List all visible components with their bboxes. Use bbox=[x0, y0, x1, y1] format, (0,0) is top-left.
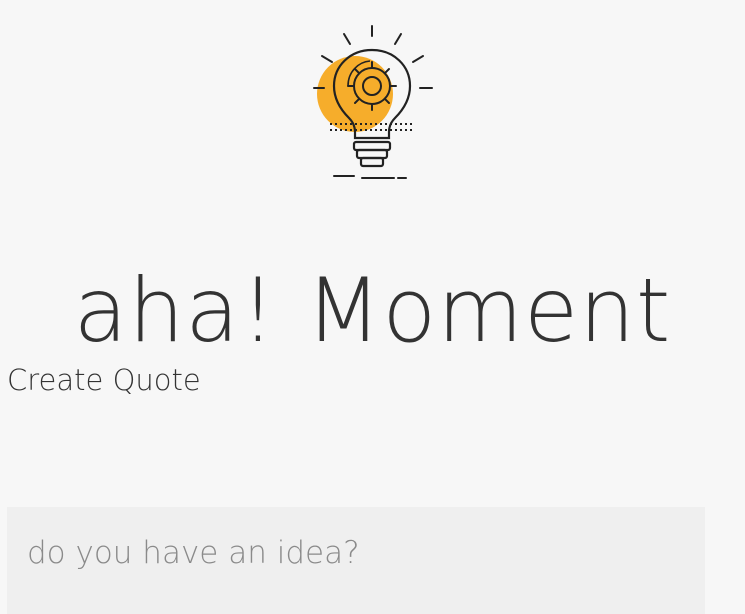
page: aha! Moment Create Quote bbox=[0, 0, 745, 614]
idea-input[interactable] bbox=[7, 507, 705, 614]
lightbulb-gear-icon bbox=[310, 22, 436, 184]
create-quote-link[interactable]: Create Quote bbox=[7, 362, 201, 398]
page-title: aha! Moment bbox=[73, 259, 672, 362]
